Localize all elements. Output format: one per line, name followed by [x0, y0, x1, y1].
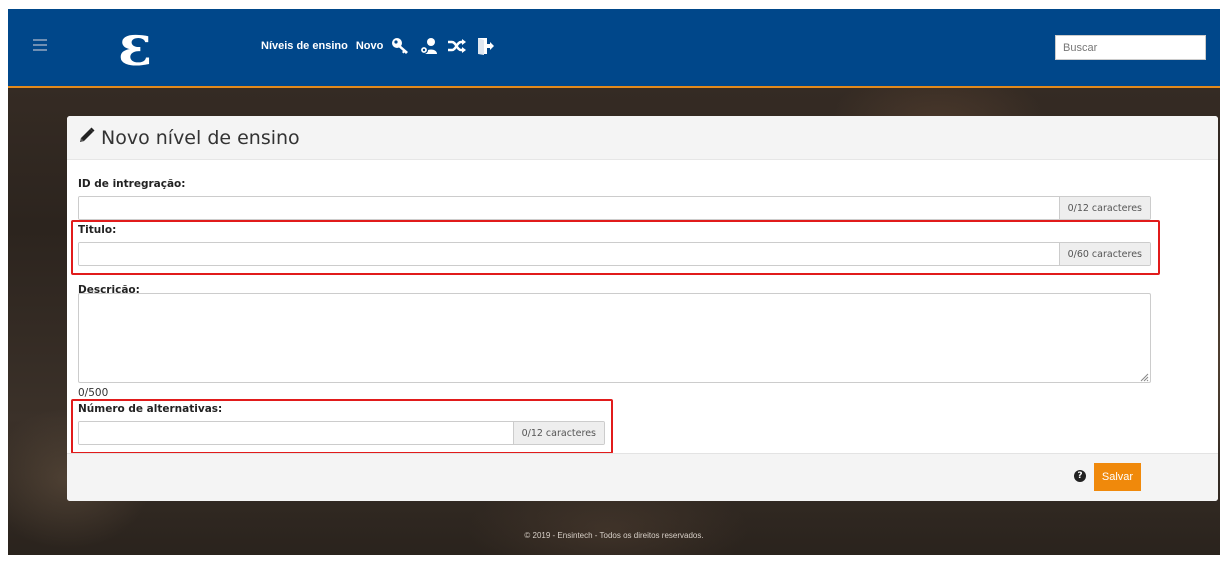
titulo-input[interactable]	[79, 243, 1059, 265]
integration-id-label: ID de intregração:	[78, 178, 186, 190]
search-input[interactable]	[1055, 35, 1206, 60]
alternativas-field: 0/12 caracteres	[78, 421, 605, 445]
descricao-counter: 0/500	[78, 387, 109, 399]
titulo-label: Titulo:	[78, 224, 117, 236]
pencil-icon	[78, 127, 95, 148]
card-footer: ? Salvar	[67, 453, 1218, 501]
titulo-field: 0/60 caracteres	[78, 242, 1151, 266]
integration-id-counter: 0/12 caracteres	[1058, 197, 1150, 219]
shuffle-icon[interactable]	[447, 36, 467, 56]
top-navbar: ε Níveis de ensino Novo	[8, 9, 1220, 88]
alternativas-label: Número de alternativas:	[78, 403, 223, 415]
main-nav: Níveis de ensino Novo	[261, 35, 495, 57]
hamburger-menu-icon[interactable]	[33, 39, 47, 51]
user-settings-icon[interactable]	[419, 36, 439, 56]
alternativas-input[interactable]	[79, 422, 513, 444]
page-title: Novo nível de ensino	[101, 126, 300, 149]
card-header: Novo nível de ensino	[67, 116, 1218, 160]
integration-id-input[interactable]	[79, 197, 1059, 219]
exit-icon[interactable]	[475, 36, 495, 56]
nav-link-niveis-de-ensino[interactable]: Níveis de ensino	[261, 40, 348, 52]
integration-id-field: 0/12 caracteres	[78, 196, 1151, 220]
copyright-footer: © 2019 - Ensintech - Todos os direitos r…	[524, 531, 704, 540]
help-icon[interactable]: ?	[1074, 470, 1086, 482]
form-card: Novo nível de ensino ID de intregração: …	[67, 116, 1218, 501]
nav-link-novo[interactable]: Novo	[356, 40, 384, 52]
descricao-textarea[interactable]	[78, 293, 1151, 383]
app-frame: ε Níveis de ensino Novo Novo nível de en	[8, 9, 1220, 555]
logo[interactable]: ε	[118, 14, 152, 78]
save-button[interactable]: Salvar	[1094, 463, 1141, 491]
key-icon[interactable]	[391, 36, 411, 56]
titulo-counter: 0/60 caracteres	[1058, 243, 1150, 265]
alternativas-counter: 0/12 caracteres	[512, 422, 604, 444]
